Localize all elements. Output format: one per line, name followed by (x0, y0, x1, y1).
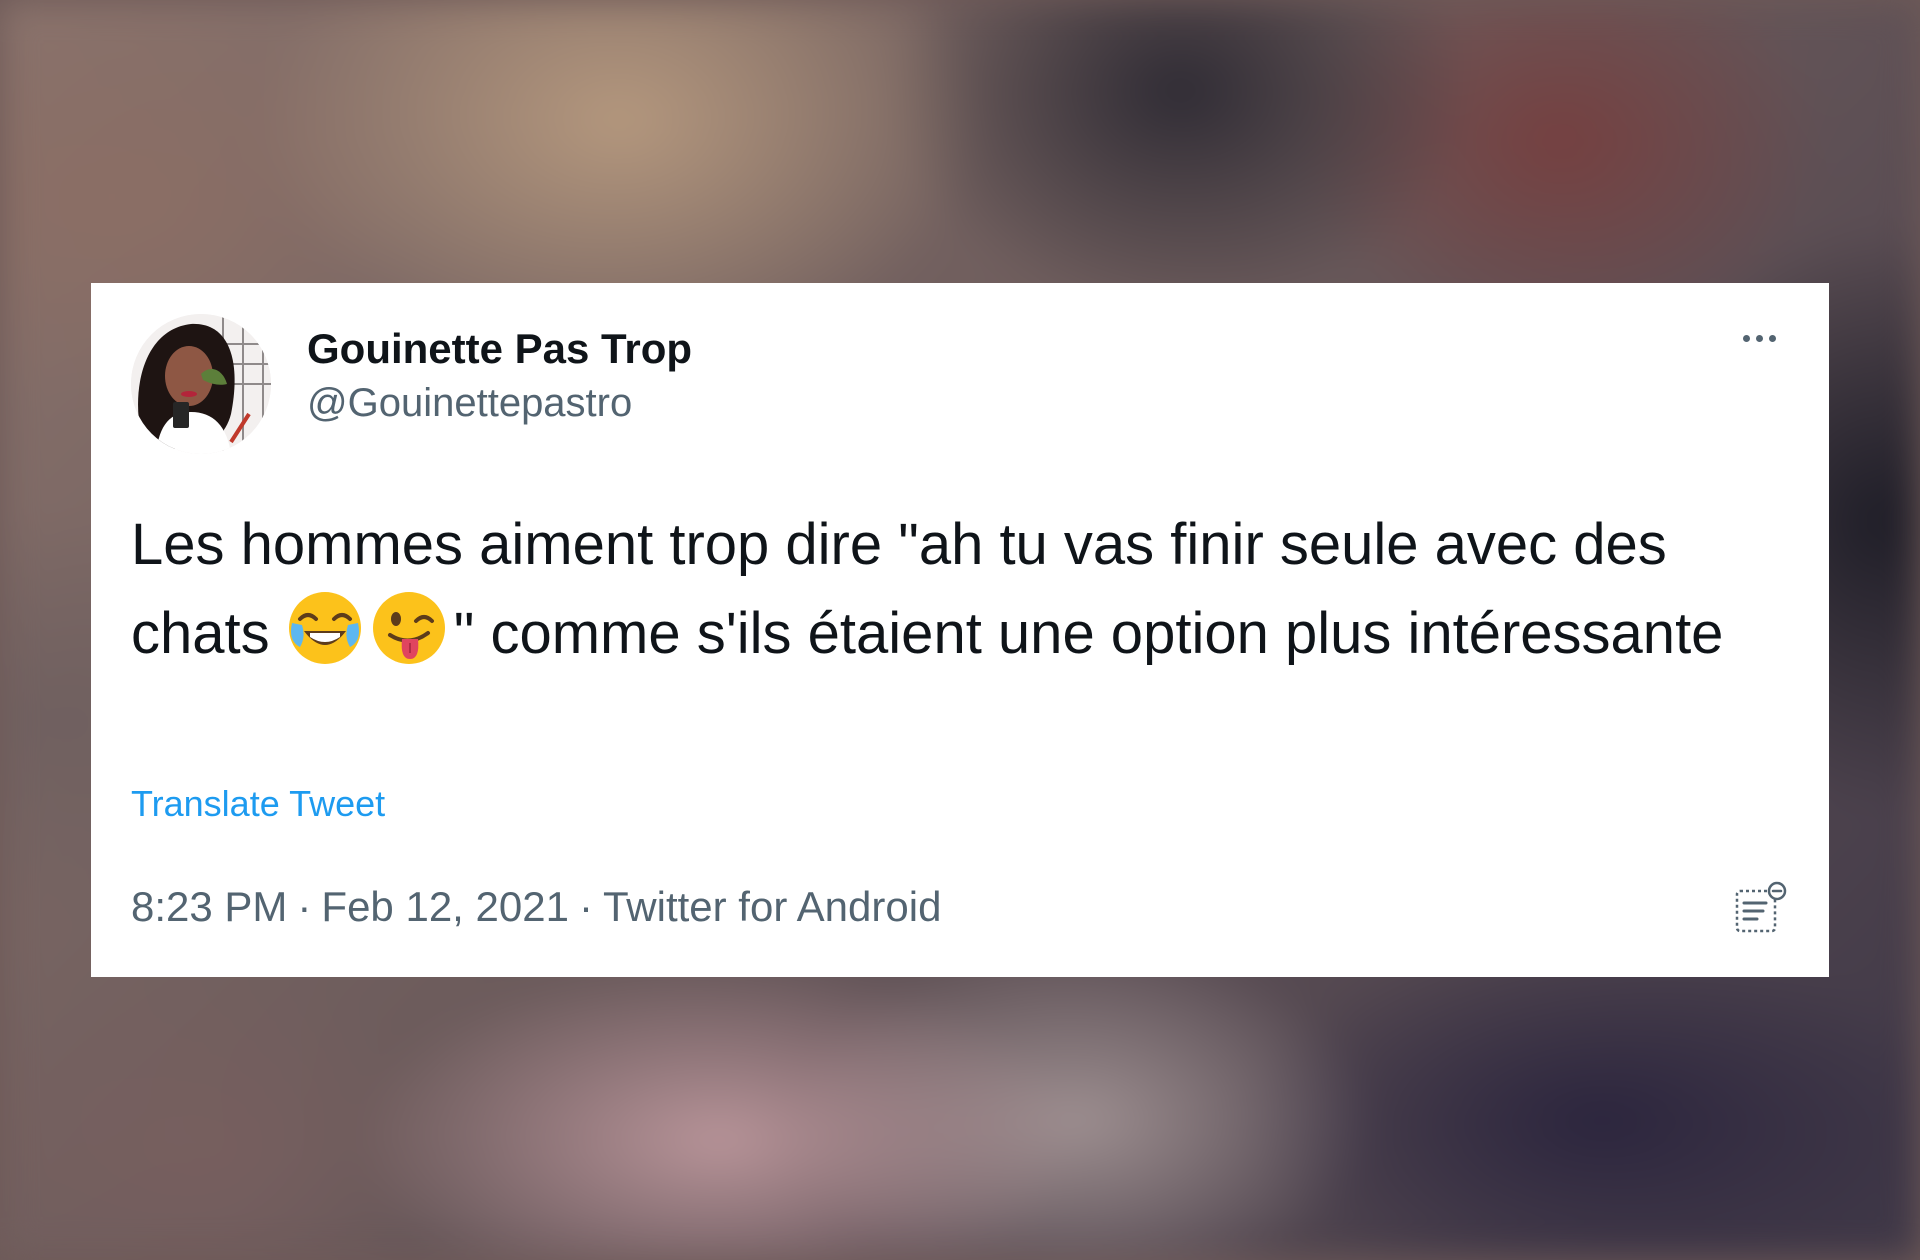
more-horizontal-icon (1742, 334, 1750, 342)
tweet-meta: 8:23 PM · Feb 12, 2021 · Twitter for Android (131, 883, 941, 931)
separator-dot: · (297, 883, 312, 930)
tweet-card: Gouinette Pas Trop @Gouinettepastro Les … (91, 283, 1829, 977)
tweet-date[interactable]: Feb 12, 2021 (321, 883, 569, 930)
more-options-button[interactable] (1729, 323, 1789, 353)
more-horizontal-icon-dot (1768, 334, 1776, 342)
tweet-time[interactable]: 8:23 PM (131, 883, 287, 930)
avatar[interactable] (131, 314, 271, 454)
more-horizontal-icon-dot (1755, 334, 1763, 342)
display-name[interactable]: Gouinette Pas Trop (307, 325, 692, 373)
tweet-source[interactable]: Twitter for Android (603, 883, 941, 930)
translate-tweet-link[interactable]: Translate Tweet (131, 783, 385, 825)
face-with-tears-of-joy-icon (286, 589, 364, 667)
user-handle[interactable]: @Gouinettepastro (307, 381, 632, 426)
avatar-illustration (131, 314, 271, 454)
separator-dot: · (578, 883, 593, 930)
tweet-text-part-2: " comme s'ils étaient une option plus in… (453, 601, 1724, 666)
tweet-analytics-icon[interactable] (1733, 881, 1789, 937)
tweet-text: Les hommes aiment trop dire "ah tu vas f… (131, 501, 1771, 678)
winking-face-with-tongue-icon (370, 589, 448, 667)
